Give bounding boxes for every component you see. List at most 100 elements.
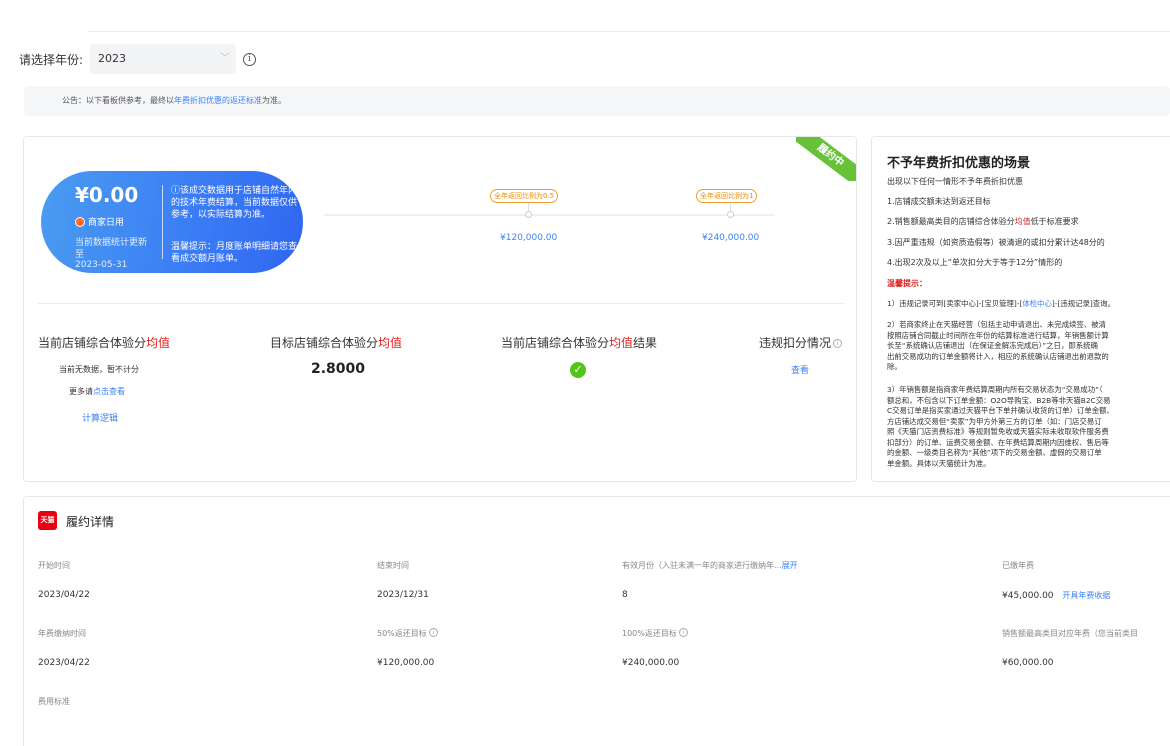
category-fee-label: 销售额最高类目对应年费（您当前类目 bbox=[1002, 629, 1138, 638]
milestone-value: ¥120,000.00 bbox=[500, 233, 558, 243]
calc-logic-link[interactable]: 计算逻辑 bbox=[82, 411, 118, 424]
end-time-label: 结束时间 bbox=[377, 561, 409, 570]
milestone-dot bbox=[525, 211, 532, 218]
summary-divider bbox=[162, 185, 163, 259]
status-ribbon: 履约中 bbox=[796, 137, 856, 181]
tip-3-line: 方店铺达成交易但“卖家”为甲方外第三方的订单（如：门店交易订 bbox=[887, 416, 1102, 426]
notice-suffix: 为准。 bbox=[262, 96, 286, 105]
side-tip-3: 3）年销售额是指商家年费结算周期内所有交易状态为“交易成功”（ 额总和，不包含以… bbox=[887, 385, 1170, 469]
paid-fee-value: ¥45,000.00 开具年费收据 bbox=[1002, 590, 1110, 601]
target-100-value: ¥240,000.00 bbox=[622, 658, 680, 668]
top-divider bbox=[88, 31, 1170, 32]
tip-2-line: 出前交易成功的订单金额将计入，相应的系统确认店铺退出前退款的 bbox=[887, 351, 1109, 361]
stat-date: 2023-05-31 bbox=[75, 260, 128, 270]
notice-prefix: 公告：以下看板供参考，最终以 bbox=[62, 96, 174, 105]
tip-2-line: 按照店铺合同截止时间所在年份的结算标准进行结算，年销售额计算 bbox=[887, 330, 1109, 340]
more-link[interactable]: 点击查看 bbox=[93, 387, 125, 396]
milestone-label: 全年返回比例为0.5 bbox=[490, 189, 559, 203]
check-icon: ✓ bbox=[570, 362, 586, 378]
side-item-2-highlight: 均值 bbox=[1014, 217, 1031, 226]
pay-time-value: 2023/04/22 bbox=[38, 658, 90, 668]
side-intro: 出现以下任何一情形不予年费折扣优惠 bbox=[887, 177, 1023, 186]
side-warning-title: 温馨提示： bbox=[887, 279, 927, 288]
more-info: 更多请点击查看 bbox=[69, 386, 125, 397]
shop-type-label: 商家日用 bbox=[88, 218, 125, 228]
no-discount-scenarios-card: 不予年费折扣优惠的场景 出现以下任何一情形不予年费折扣优惠 1.店铺成交额未达到… bbox=[871, 136, 1170, 482]
shop-type: 商家日用 bbox=[75, 215, 124, 228]
paid-fee-amount: ¥45,000.00 bbox=[1002, 591, 1054, 601]
category-fee-value: ¥60,000.00 bbox=[1002, 658, 1054, 668]
fulfillment-detail-card: 天猫 履约详情 开始时间 结束时间 有效月份（入驻未满一年的商家进行缴纳年...… bbox=[23, 496, 1170, 746]
info-icon[interactable]: i bbox=[243, 53, 256, 66]
target-score-heading: 目标店铺综合体验分均值 bbox=[270, 334, 402, 351]
tip-3-line: 单金额。具体以天猫统计为准。 bbox=[887, 458, 991, 468]
heading-highlight: 均值 bbox=[378, 336, 403, 350]
valid-months-label: 有效月份（入驻未满一年的商家进行缴纳年...展开 bbox=[622, 560, 798, 571]
target-50-value: ¥120,000.00 bbox=[377, 658, 435, 668]
chevron-down-icon: ﹀ bbox=[220, 53, 230, 64]
side-item-1: 1.店铺成交额未达到返还目标 bbox=[887, 197, 991, 206]
invoice-link[interactable]: 开具年费收据 bbox=[1062, 591, 1110, 600]
tip-3-line: 的金额、一级类目名称为“其他”项下的交易金额、虚假的交易订单 bbox=[887, 448, 1102, 457]
heading-text: 当前店铺综合体验分 bbox=[501, 336, 610, 350]
current-score-heading: 当前店铺综合体验分均值 bbox=[38, 334, 170, 351]
valid-months-value: 8 bbox=[622, 590, 628, 600]
heading-suffix: 结果 bbox=[633, 336, 658, 350]
side-item-4: 4.出现2次及以上“单次扣分大于等于12分”情形的 bbox=[887, 258, 1063, 267]
heading-text: 当前店铺综合体验分 bbox=[38, 336, 147, 350]
tip-1-prefix: 1）违规记录可到[卖家中心]-[宝贝管理]-[ bbox=[887, 299, 1023, 308]
info-icon[interactable]: i bbox=[833, 339, 843, 348]
milestone-value: ¥240,000.00 bbox=[702, 233, 760, 243]
tip-3-line: 额总和，不包含以下订单金额：O2O导购宝、B2B等非天猫B2C交易 bbox=[887, 395, 1111, 405]
turnover-summary: ¥0.00 商家日用 当前数据统计更新至 2023-05-31 ⓘ该成交数据用于… bbox=[41, 171, 303, 273]
target-50-label: 50%返还目标 i bbox=[377, 628, 438, 639]
milestone-dot bbox=[727, 211, 734, 218]
score-result-heading: 当前店铺综合体验分均值结果 bbox=[501, 334, 657, 351]
pie-icon bbox=[75, 216, 85, 227]
tip-3-line: C交易订单是指买家通过天猫平台下单并确认收货的订单）订单金额、 bbox=[887, 406, 1114, 415]
target-100-text: 100%返还目标 bbox=[622, 629, 677, 638]
violation-view-link[interactable]: 查看 bbox=[791, 363, 809, 376]
start-time-label: 开始时间 bbox=[38, 561, 70, 570]
stat-note: 当前数据统计更新至 bbox=[75, 238, 148, 260]
tip-2-line: 除。 bbox=[887, 362, 902, 371]
tip-1-suffix: ]-[违规记录]查询。 bbox=[1051, 299, 1115, 308]
summary-description: ⓘ该成交数据用于店铺自然年内的技术年费结算，当前数据仅供参考，以实际结算为准。 bbox=[171, 186, 298, 220]
target-score-value: 2.8000 bbox=[311, 361, 366, 377]
heading-text: 违规扣分情况 bbox=[759, 336, 832, 350]
performance-card: 履约中 ¥0.00 商家日用 当前数据统计更新至 2023-05-31 ⓘ该成交… bbox=[23, 136, 857, 482]
summary-tip: 温馨提示：月度账单明细请您查看成交额月账单。 bbox=[171, 242, 298, 264]
tip-3-line: 照《天猫门店资费标准》等规则暂免收或天猫实际未收取软件服务费 bbox=[887, 427, 1109, 436]
expand-link[interactable]: 展开 bbox=[782, 561, 798, 570]
end-time-value: 2023/12/31 bbox=[377, 590, 429, 600]
valid-months-text: 有效月份（入驻未满一年的商家进行缴纳年... bbox=[622, 561, 782, 570]
progress-track bbox=[324, 214, 774, 216]
target-50-text: 50%返还目标 bbox=[377, 629, 427, 638]
year-select[interactable]: 2023 ﹀ bbox=[90, 44, 236, 74]
year-select-value: 2023 bbox=[98, 52, 126, 65]
section-divider bbox=[38, 303, 844, 304]
info-icon[interactable]: i bbox=[428, 628, 438, 637]
side-tip-1: 1）违规记录可到[卖家中心]-[宝贝管理]-[体检中心]-[违规记录]查询。 bbox=[887, 299, 1170, 310]
no-data-text: 当前无数据，暂不计分 bbox=[59, 365, 139, 374]
paid-fee-label: 已缴年费 bbox=[1002, 561, 1034, 570]
year-select-label: 请选择年份: bbox=[19, 53, 84, 67]
heading-highlight: 均值 bbox=[146, 336, 171, 350]
side-tip-2: 2）若商家终止在天猫经营（包括主动申请退出、未完成续签、被清 按照店铺合同截止时… bbox=[887, 320, 1170, 373]
heading-highlight: 均值 bbox=[609, 336, 634, 350]
side-item-3: 3.因严重违规（如资质造假等）被清退的或扣分累计达48分的 bbox=[887, 238, 1105, 247]
tmall-logo-icon: 天猫 bbox=[38, 511, 57, 530]
tip-1-link[interactable]: 体检中心 bbox=[1022, 299, 1052, 308]
fee-standard-label: 费用标准 bbox=[38, 697, 70, 706]
side-item-2: 2.销售额最高类目的店铺综合体验分均值低于标准要求 bbox=[887, 216, 1079, 227]
status-ribbon-text: 履约中 bbox=[796, 137, 856, 181]
tip-2-line: 长至“系统确认店铺退出（在保证金解冻完成后）”之日，即系统确 bbox=[887, 341, 1098, 350]
tip-3-line: 3）年销售额是指商家年费结算周期内所有交易状态为“交易成功”（ bbox=[887, 385, 1103, 394]
notice-link[interactable]: 年费折扣优惠的返还标准 bbox=[174, 96, 262, 105]
start-time-value: 2023/04/22 bbox=[38, 590, 90, 600]
info-icon[interactable]: i bbox=[678, 628, 688, 637]
heading-text: 目标店铺综合体验分 bbox=[270, 336, 379, 350]
milestone-label: 全年返回比例为1 bbox=[696, 189, 758, 203]
side-item-2-suffix: 低于标准要求 bbox=[1030, 217, 1079, 226]
side-title: 不予年费折扣优惠的场景 bbox=[887, 156, 1031, 171]
